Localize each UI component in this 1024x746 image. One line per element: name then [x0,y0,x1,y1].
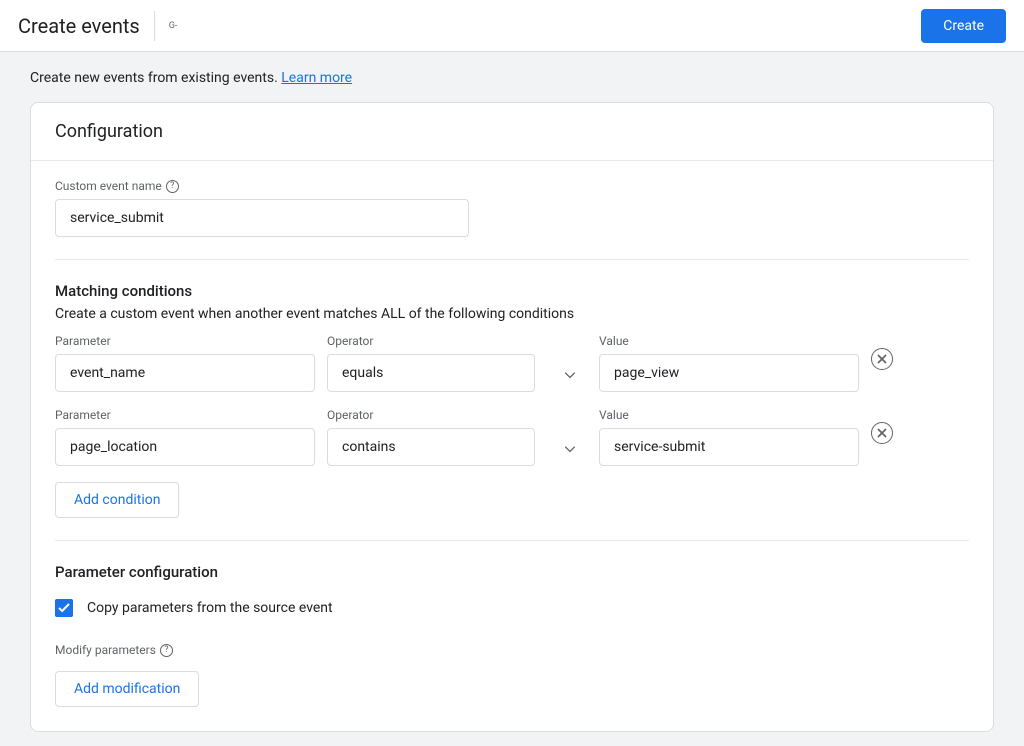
copy-params-checkbox[interactable] [55,599,73,617]
modify-params-label: Modify parameters ? [55,643,969,657]
property-id: G- [169,21,178,31]
matching-heading: Matching conditions [55,282,969,300]
value-input[interactable] [599,354,859,392]
divider [55,259,969,260]
copy-params-label: Copy parameters from the source event [87,600,333,616]
condition-row: Parameter Operator Value [55,408,969,466]
matching-sub: Create a custom event when another event… [55,306,969,322]
chevron-down-icon [565,438,575,457]
learn-more-link[interactable]: Learn more [281,70,352,86]
custom-event-label: Custom event name ? [55,179,969,193]
remove-condition-button[interactable] [871,422,893,444]
create-button[interactable]: Create [921,9,1006,43]
parameter-input[interactable] [55,354,315,392]
card-title: Configuration [31,103,993,161]
page-title: Create events [18,11,155,41]
config-card: Configuration Custom event name ? Matchi… [30,102,994,732]
header-left: Create events G- [18,11,177,41]
parameter-input[interactable] [55,428,315,466]
param-config-heading: Parameter configuration [55,563,969,581]
help-icon[interactable]: ? [166,180,179,193]
value-input[interactable] [599,428,859,466]
header: Create events G- Create [0,0,1024,52]
custom-event-name-input[interactable] [55,199,469,237]
operator-label: Operator [327,408,587,422]
close-icon [877,428,887,438]
divider [55,540,969,541]
add-modification-button[interactable]: Add modification [55,671,199,707]
remove-condition-button[interactable] [871,348,893,370]
condition-row: Parameter Operator Value [55,334,969,392]
copy-params-row: Copy parameters from the source event [55,599,969,617]
value-label: Value [599,408,859,422]
param-label: Parameter [55,408,315,422]
info-bar: Create new events from existing events. … [0,52,1024,102]
add-condition-button[interactable]: Add condition [55,482,179,518]
param-label: Parameter [55,334,315,348]
info-text: Create new events from existing events. [30,70,281,86]
help-icon[interactable]: ? [160,644,173,657]
operator-select[interactable] [327,354,535,392]
chevron-down-icon [565,364,575,383]
value-label: Value [599,334,859,348]
close-icon [877,354,887,364]
operator-label: Operator [327,334,587,348]
operator-select[interactable] [327,428,535,466]
check-icon [58,603,70,613]
